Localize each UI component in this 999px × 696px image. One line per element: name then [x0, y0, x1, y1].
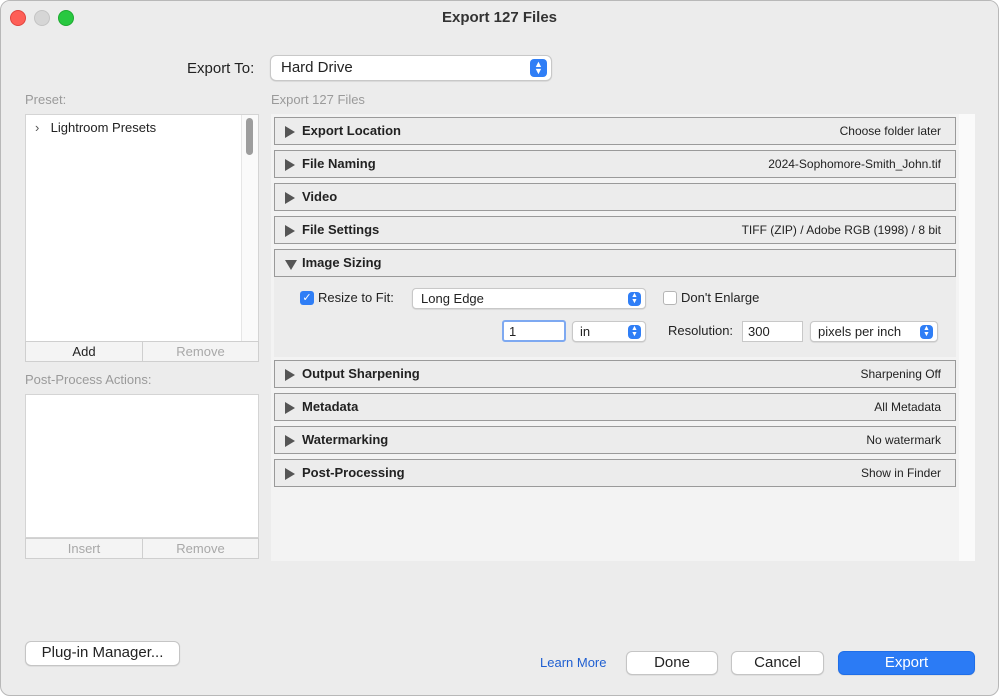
chevron-updown-icon: ▲ ▼: [920, 324, 933, 339]
section-title: Output Sharpening: [302, 366, 420, 381]
section-title: File Settings: [302, 222, 380, 237]
section-title: Metadata: [302, 399, 359, 414]
remove-preset-button[interactable]: Remove: [142, 341, 259, 362]
disclosure-right-icon: [285, 402, 295, 414]
section-summary: All Metadata: [874, 400, 941, 414]
window-title: Export 127 Files: [441, 9, 558, 26]
insert-action-button[interactable]: Insert: [25, 538, 143, 559]
section-title: Video: [302, 189, 338, 204]
disclosure-right-icon: [285, 225, 295, 237]
size-input[interactable]: 1: [502, 320, 566, 342]
section-title: File Naming: [302, 156, 376, 171]
remove-action-button[interactable]: Remove: [142, 538, 259, 559]
preset-folder-item[interactable]: › Lightroom Presets: [35, 120, 156, 135]
section-summary: Sharpening Off: [860, 367, 941, 381]
section-title: Post-Processing: [302, 465, 405, 480]
disclosure-right-icon: [285, 435, 295, 447]
chevron-right-icon[interactable]: ›: [35, 120, 47, 135]
export-dialog: Export 127 Files Export To: Hard Drive ▲…: [0, 0, 999, 696]
disclosure-right-icon: [285, 369, 295, 381]
export-button[interactable]: Export: [838, 651, 975, 675]
preset-folder-label: Lightroom Presets: [50, 120, 157, 135]
section-summary: TIFF (ZIP) / Adobe RGB (1998) / 8 bit: [741, 223, 941, 237]
size-unit-value: in: [580, 324, 591, 339]
post-process-list[interactable]: [25, 394, 259, 538]
section-title: Watermarking: [302, 432, 389, 447]
dont-enlarge-label: Don't Enlarge: [681, 290, 760, 305]
chevron-updown-icon: ▲ ▼: [530, 59, 547, 77]
section-file-naming[interactable]: File Naming 2024-Sophomore-Smith_John.ti…: [274, 150, 956, 178]
resize-to-fit-label: Resize to Fit:: [318, 290, 394, 305]
section-summary: 2024-Sophomore-Smith_John.tif: [768, 157, 941, 171]
settings-scrollbar[interactable]: [959, 114, 975, 561]
section-title: Image Sizing: [302, 255, 382, 270]
export-to-value: Hard Drive: [281, 59, 353, 76]
export-to-select[interactable]: Hard Drive ▲ ▼: [270, 55, 552, 81]
scroll-thumb[interactable]: [246, 118, 253, 155]
chevron-updown-icon: ▲ ▼: [628, 324, 641, 339]
section-output-sharpening[interactable]: Output Sharpening Sharpening Off: [274, 360, 956, 388]
post-process-label: Post-Process Actions:: [25, 372, 152, 387]
disclosure-right-icon: [285, 468, 295, 480]
resize-mode-select[interactable]: Long Edge ▲ ▼: [412, 288, 646, 309]
section-post-processing[interactable]: Post-Processing Show in Finder: [274, 459, 956, 487]
section-title: Export Location: [302, 123, 401, 138]
section-file-settings[interactable]: File Settings TIFF (ZIP) / Adobe RGB (19…: [274, 216, 956, 244]
disclosure-right-icon: [285, 192, 295, 204]
resolution-unit-select[interactable]: pixels per inch ▲ ▼: [810, 321, 938, 342]
disclosure-right-icon: [285, 126, 295, 138]
size-value: 1: [509, 324, 517, 339]
preset-scrollbar[interactable]: [241, 115, 258, 341]
preset-list[interactable]: › Lightroom Presets: [25, 114, 259, 342]
export-to-label: Export To:: [187, 60, 255, 77]
cancel-button[interactable]: Cancel: [731, 651, 824, 675]
plugin-manager-button[interactable]: Plug-in Manager...: [25, 641, 180, 666]
section-video[interactable]: Video: [274, 183, 956, 211]
section-export-location[interactable]: Export Location Choose folder later: [274, 117, 956, 145]
resolution-value: 300: [748, 324, 770, 339]
done-button[interactable]: Done: [626, 651, 718, 675]
disclosure-down-icon: [285, 260, 297, 270]
settings-heading: Export 127 Files: [271, 92, 365, 107]
resolution-label: Resolution:: [668, 323, 734, 338]
section-metadata[interactable]: Metadata All Metadata: [274, 393, 956, 421]
chevron-updown-icon: ▲ ▼: [628, 291, 641, 306]
section-image-sizing[interactable]: Image Sizing: [274, 249, 956, 277]
title-bar: Export 127 Files: [1, 1, 998, 35]
add-preset-button[interactable]: Add: [25, 341, 143, 362]
resize-to-fit-checkbox[interactable]: ✓: [300, 291, 314, 305]
resolution-unit-value: pixels per inch: [818, 324, 902, 339]
learn-more-link[interactable]: Learn More: [540, 655, 606, 670]
preset-label: Preset:: [25, 92, 67, 107]
size-unit-select[interactable]: in ▲ ▼: [572, 321, 646, 342]
resize-mode-value: Long Edge: [421, 291, 484, 306]
section-watermarking[interactable]: Watermarking No watermark: [274, 426, 956, 454]
resolution-input[interactable]: 300: [742, 321, 803, 342]
section-summary: No watermark: [866, 433, 941, 447]
disclosure-right-icon: [285, 159, 295, 171]
dont-enlarge-checkbox[interactable]: [663, 291, 677, 305]
section-summary: Show in Finder: [860, 466, 941, 480]
section-summary: Choose folder later: [839, 124, 941, 138]
